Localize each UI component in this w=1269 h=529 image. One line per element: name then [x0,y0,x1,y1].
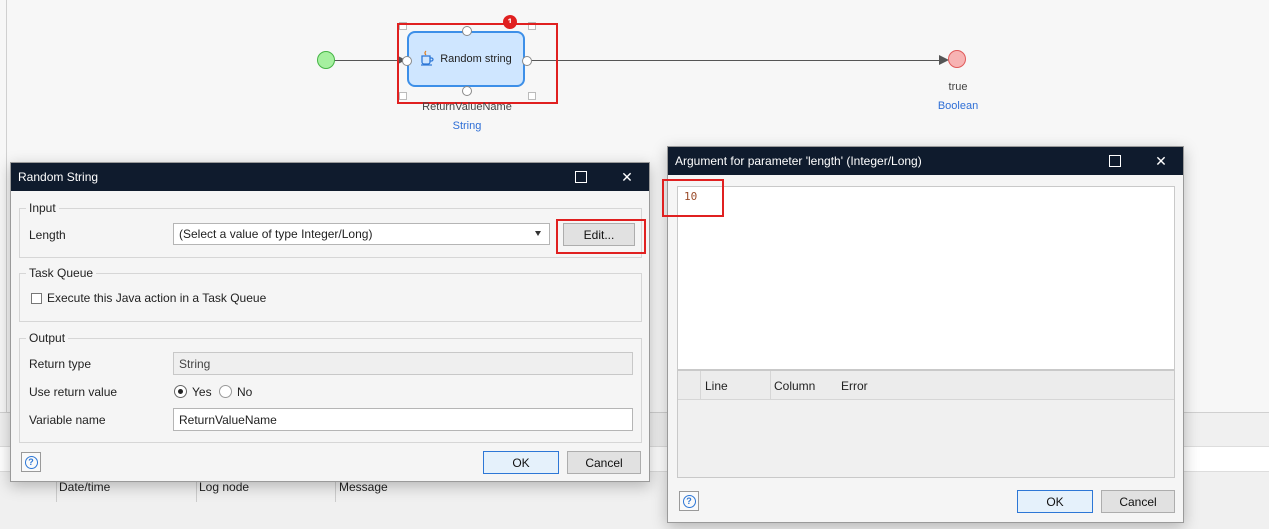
end-event-type: Boolean [937,100,979,112]
group-title: Task Queue [26,266,97,280]
highlight-box-edit [556,219,646,254]
flow-line-end [527,60,939,61]
highlight-box-node [397,23,558,104]
help-icon: ? [682,494,696,508]
argument-dialog: Argument for parameter 'length' (Integer… [662,146,1184,523]
node-output-type: String [452,120,482,132]
maximize-button[interactable] [1093,147,1137,175]
return-type-field: String [173,352,633,375]
close-icon: ✕ [621,168,633,185]
dialog-title: Argument for parameter 'length' (Integer… [675,154,922,168]
highlight-box-expression [662,179,724,217]
start-event[interactable] [317,51,335,69]
maximize-button[interactable] [559,163,603,191]
help-icon: ? [24,455,38,469]
column-separator [700,371,701,399]
cancel-button[interactable]: Cancel [567,451,641,474]
column-separator [770,371,771,399]
node-output-name: ReturnValueName [422,101,512,113]
error-header-column[interactable]: Column [774,379,815,393]
log-header-lognode[interactable]: Log node [199,480,249,494]
log-header-datetime[interactable]: Date/time [59,480,110,494]
error-table-header: Line Column Error [678,371,1174,400]
dialog-titlebar[interactable]: Random String [11,163,649,191]
random-string-dialog: Random String ✕ Input Length (Select a v… [10,162,650,482]
variable-name-label: Variable name [29,413,106,427]
error-header-error[interactable]: Error [841,379,868,393]
help-button[interactable]: ? [21,452,41,472]
expression-editor[interactable]: 10 [677,186,1175,370]
group-title: Output [26,331,69,345]
maximize-icon [1109,155,1121,167]
variable-name-input[interactable]: ReturnValueName [173,408,633,431]
cancel-button[interactable]: Cancel [1101,490,1175,513]
end-event-value: true [948,81,968,93]
no-radio-label[interactable]: No [237,385,252,399]
task-queue-checkbox-label[interactable]: Execute this Java action in a Task Queue [47,291,266,305]
group-title: Input [26,201,59,215]
end-event[interactable] [948,50,966,68]
flow-line-start [334,60,406,61]
no-radio[interactable] [219,385,232,398]
ok-button[interactable]: OK [483,451,559,474]
close-button[interactable]: ✕ [605,163,649,191]
close-icon: ✕ [1155,152,1167,169]
chevron-down-icon [535,231,541,236]
use-return-value-label: Use return value [29,385,118,399]
error-header-line[interactable]: Line [705,379,728,393]
dialog-title: Random String [18,170,99,184]
yes-radio-label[interactable]: Yes [192,385,212,399]
ok-button[interactable]: OK [1017,490,1093,513]
return-type-label: Return type [29,357,92,371]
task-queue-checkbox[interactable] [31,293,42,304]
help-button[interactable]: ? [679,491,699,511]
length-select[interactable]: (Select a value of type Integer/Long) [173,223,550,245]
log-header-message[interactable]: Message [339,480,388,494]
length-label: Length [29,228,66,242]
maximize-icon [575,171,587,183]
length-select-value: (Select a value of type Integer/Long) [179,227,373,241]
yes-radio[interactable] [174,385,187,398]
close-button[interactable]: ✕ [1139,147,1183,175]
error-table: Line Column Error [677,370,1175,478]
